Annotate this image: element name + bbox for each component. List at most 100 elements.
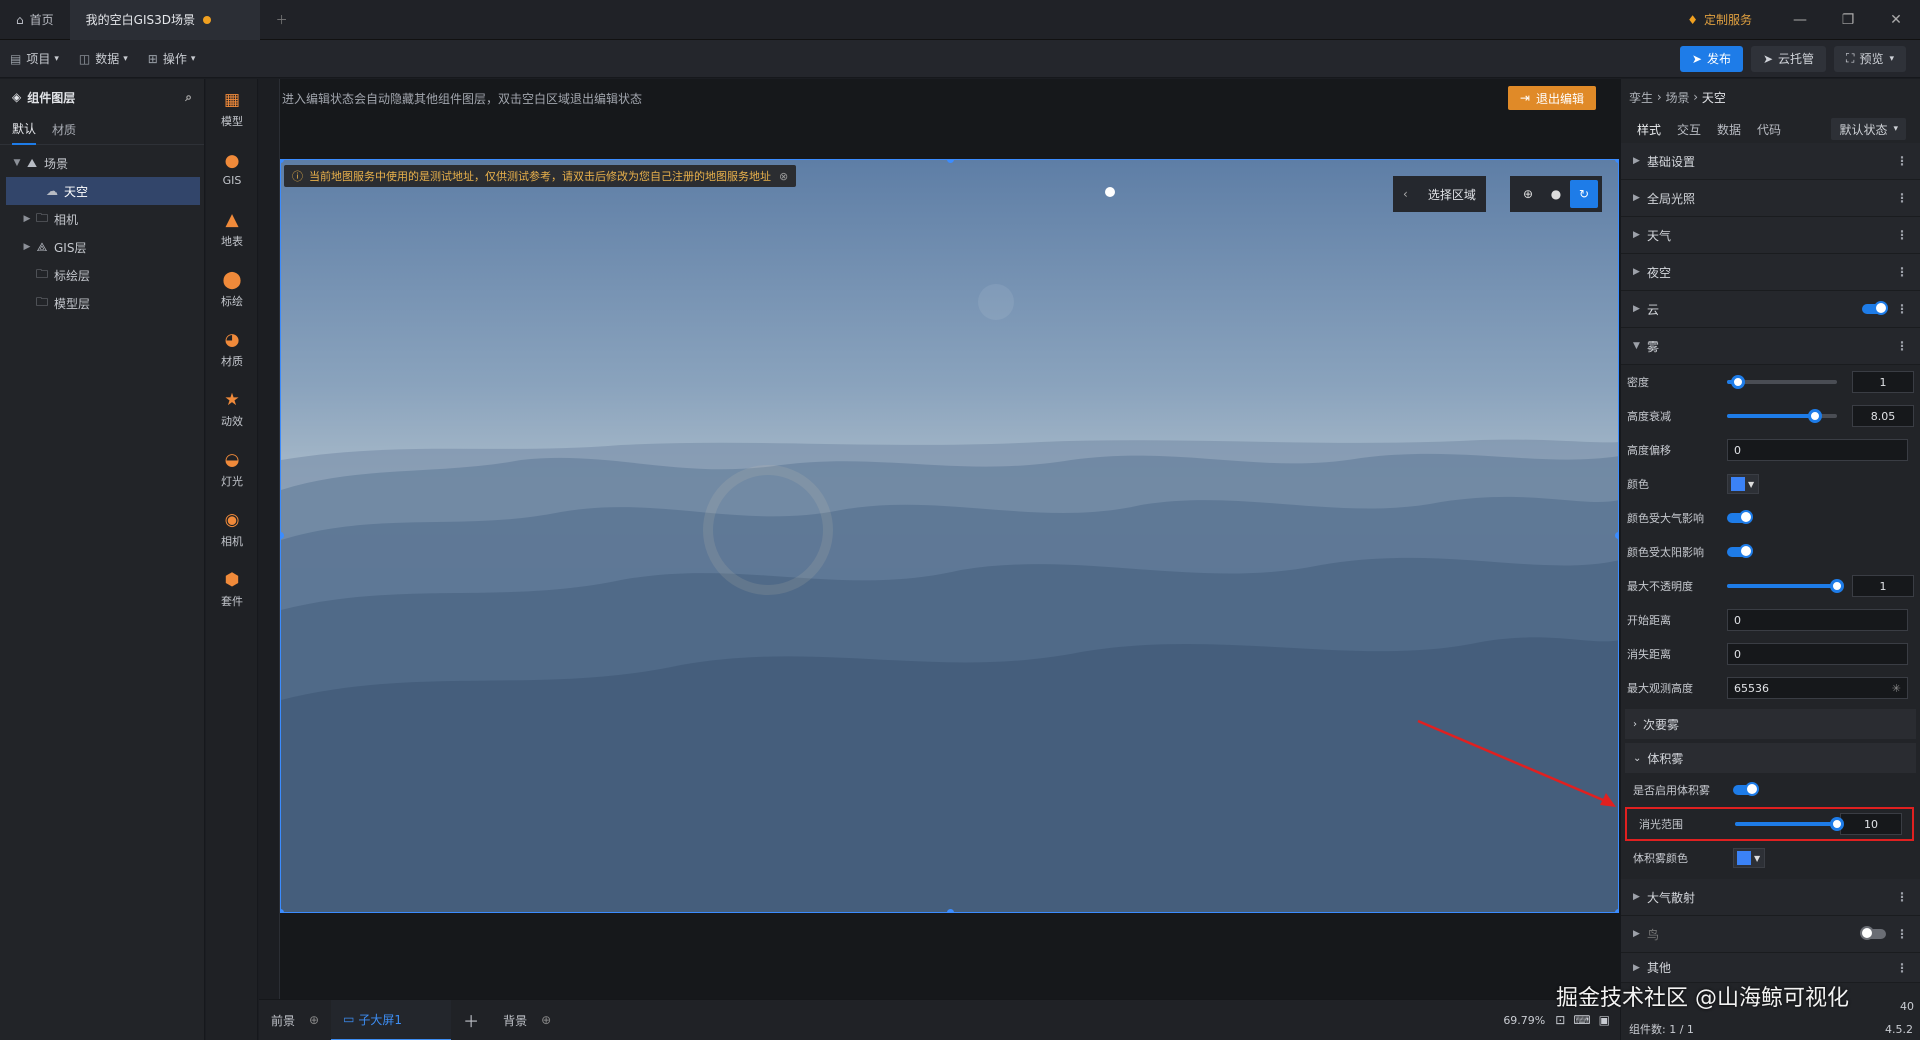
add-screen-button[interactable]: ＋: [451, 1000, 491, 1040]
fog-max-opacity-slider[interactable]: [1727, 579, 1844, 593]
tab-style[interactable]: 样式: [1637, 121, 1661, 138]
extinction-range-input[interactable]: 10: [1840, 813, 1902, 835]
fog-start-distance-input[interactable]: 0: [1727, 609, 1908, 631]
tree-item-camera[interactable]: ▶ 🗀 相机: [0, 205, 204, 233]
section-birds[interactable]: ▶ 鸟 ⋮: [1621, 916, 1920, 953]
exit-edit-button[interactable]: ⇥ 退出编辑: [1507, 86, 1596, 110]
select-area-control[interactable]: ‹ 选择区域: [1393, 176, 1486, 212]
tab-background[interactable]: 背景 ⊕: [491, 1000, 563, 1040]
toolbar-camera[interactable]: ◉ 相机: [206, 499, 258, 559]
tab-home[interactable]: ⌂ 首页: [0, 0, 70, 40]
more-icon[interactable]: ⋮: [1896, 265, 1908, 279]
toolbar-material[interactable]: ◕ 材质: [206, 319, 258, 379]
volumetric-color-picker[interactable]: ▼: [1733, 848, 1765, 868]
fog-height-falloff-slider[interactable]: [1727, 409, 1837, 423]
tab-code[interactable]: 代码: [1757, 121, 1781, 138]
more-icon[interactable]: ⋮: [1896, 191, 1908, 205]
more-icon[interactable]: ⋮: [1896, 927, 1908, 941]
globe-icon[interactable]: ⊕: [1514, 180, 1542, 208]
birds-toggle[interactable]: [1860, 926, 1886, 940]
tab-data[interactable]: 数据: [1717, 121, 1741, 138]
toolbar-gis[interactable]: ● GIS: [206, 139, 258, 199]
more-icon[interactable]: ⋮: [1896, 890, 1908, 904]
rotate-icon[interactable]: ↻: [1570, 180, 1598, 208]
tree-item-model-layer[interactable]: 🗀 模型层: [0, 289, 204, 317]
minimize-button[interactable]: —: [1776, 0, 1824, 40]
add-icon[interactable]: ⊕: [541, 1013, 551, 1027]
fog-sun-toggle[interactable]: [1727, 544, 1753, 558]
toolbar-kit[interactable]: ⬢ 套件: [206, 559, 258, 619]
section-other[interactable]: ▶ 其他 ⋮: [1621, 953, 1920, 983]
preview-button[interactable]: ⛶ 预览 ▾: [1834, 45, 1906, 72]
more-icon[interactable]: ⋮: [1896, 339, 1908, 353]
section-secondary-fog[interactable]: › 次要雾: [1625, 709, 1916, 739]
cloud-host-button[interactable]: ➤ 云托管: [1750, 45, 1827, 72]
menu-project[interactable]: ▤ 项目 ▾: [0, 40, 69, 78]
section-night-sky[interactable]: ▶ 夜空 ⋮: [1621, 254, 1920, 291]
fog-atmo-toggle[interactable]: [1727, 510, 1753, 524]
tree-item-scene[interactable]: ▼ ⛰ 场景: [0, 149, 204, 177]
fog-color-picker[interactable]: ▼: [1727, 474, 1759, 494]
section-weather[interactable]: ▶ 天气 ⋮: [1621, 217, 1920, 254]
fog-density-slider[interactable]: [1727, 375, 1837, 389]
fog-max-height-field[interactable]: 65536 ✳: [1727, 677, 1908, 699]
tab-sub-screen[interactable]: ▭ 子大屏1: [331, 999, 452, 1040]
resize-handle[interactable]: [947, 909, 954, 912]
zoom-level[interactable]: 69.79%: [1503, 1014, 1545, 1027]
section-atmosphere[interactable]: ▶ 大气散射 ⋮: [1621, 879, 1920, 916]
more-icon[interactable]: ⋮: [1896, 961, 1908, 975]
custom-service-link[interactable]: 定制服务: [1704, 11, 1752, 28]
new-tab-button[interactable]: ＋: [260, 0, 304, 40]
more-icon[interactable]: ⋮: [1896, 154, 1908, 168]
toolbar-plot[interactable]: ⬤ 标绘: [206, 259, 258, 319]
resize-handle[interactable]: [1615, 532, 1618, 539]
toolbar-model[interactable]: ▦ 模型: [206, 79, 258, 139]
volumetric-enable-toggle[interactable]: [1733, 782, 1759, 796]
fog-height-offset-input[interactable]: 0: [1727, 439, 1908, 461]
fit-screen-icon[interactable]: ⊡: [1555, 1013, 1565, 1027]
menu-operation[interactable]: ⊞ 操作 ▾: [138, 40, 206, 78]
resize-handle[interactable]: [1615, 160, 1618, 163]
keyboard-icon[interactable]: ⌨: [1573, 1013, 1590, 1027]
chevron-left-icon[interactable]: ‹: [1403, 187, 1408, 201]
resize-handle[interactable]: [1615, 909, 1618, 912]
section-basic[interactable]: ▶ 基础设置 ⋮: [1621, 143, 1920, 180]
search-icon[interactable]: ⌕: [185, 90, 192, 105]
toolbar-light[interactable]: ◒ 灯光: [206, 439, 258, 499]
publish-button[interactable]: ➤ 发布: [1679, 45, 1743, 72]
tab-material[interactable]: 材质: [52, 115, 76, 145]
tab-document[interactable]: 我的空白GIS3D场景: [69, 0, 260, 40]
tab-foreground[interactable]: 前景 ⊕: [259, 1000, 331, 1040]
toolbar-terrain[interactable]: ▲ 地表: [206, 199, 258, 259]
add-icon[interactable]: ⊕: [309, 1013, 319, 1027]
section-global-light[interactable]: ▶ 全局光照 ⋮: [1621, 180, 1920, 217]
caret-right-icon[interactable]: ▶: [20, 242, 34, 252]
fog-density-input[interactable]: 1: [1852, 371, 1914, 393]
fog-cutoff-input[interactable]: 0: [1727, 643, 1908, 665]
close-icon[interactable]: ⊗: [779, 170, 788, 183]
more-icon[interactable]: ⋮: [1896, 228, 1908, 242]
menu-data[interactable]: ◫ 数据 ▾: [69, 40, 138, 78]
caret-down-icon[interactable]: ▼: [10, 158, 24, 168]
caret-right-icon[interactable]: ▶: [20, 214, 34, 224]
fog-height-falloff-input[interactable]: 8.05: [1852, 405, 1914, 427]
section-volumetric-fog[interactable]: ⌄ 体积雾: [1625, 743, 1916, 773]
more-icon[interactable]: ⋮: [1896, 302, 1908, 316]
tab-interaction[interactable]: 交互: [1677, 121, 1701, 138]
section-fog[interactable]: ▼ 雾 ⋮: [1621, 328, 1920, 365]
tab-default[interactable]: 默认: [12, 115, 37, 145]
resize-handle[interactable]: [281, 909, 284, 912]
breadcrumb-item[interactable]: 场景: [1665, 89, 1689, 106]
fog-max-opacity-input[interactable]: 1: [1852, 575, 1914, 597]
terminal-icon[interactable]: ▣: [1599, 1013, 1610, 1027]
tree-item-gis[interactable]: ▶ ⟁ GIS层: [0, 233, 204, 261]
circle-icon[interactable]: ●: [1542, 180, 1570, 208]
extinction-range-slider[interactable]: [1735, 817, 1844, 831]
state-select[interactable]: 默认状态 ▾: [1831, 118, 1906, 140]
breadcrumb-item[interactable]: 孪生: [1629, 89, 1653, 106]
tree-item-plot-layer[interactable]: 🗀 标绘层: [0, 261, 204, 289]
toolbar-effect[interactable]: ★ 动效: [206, 379, 258, 439]
section-cloud[interactable]: ▶ 云 ⋮: [1621, 291, 1920, 328]
close-button[interactable]: ✕: [1872, 0, 1920, 40]
restore-button[interactable]: ❐: [1824, 0, 1872, 40]
